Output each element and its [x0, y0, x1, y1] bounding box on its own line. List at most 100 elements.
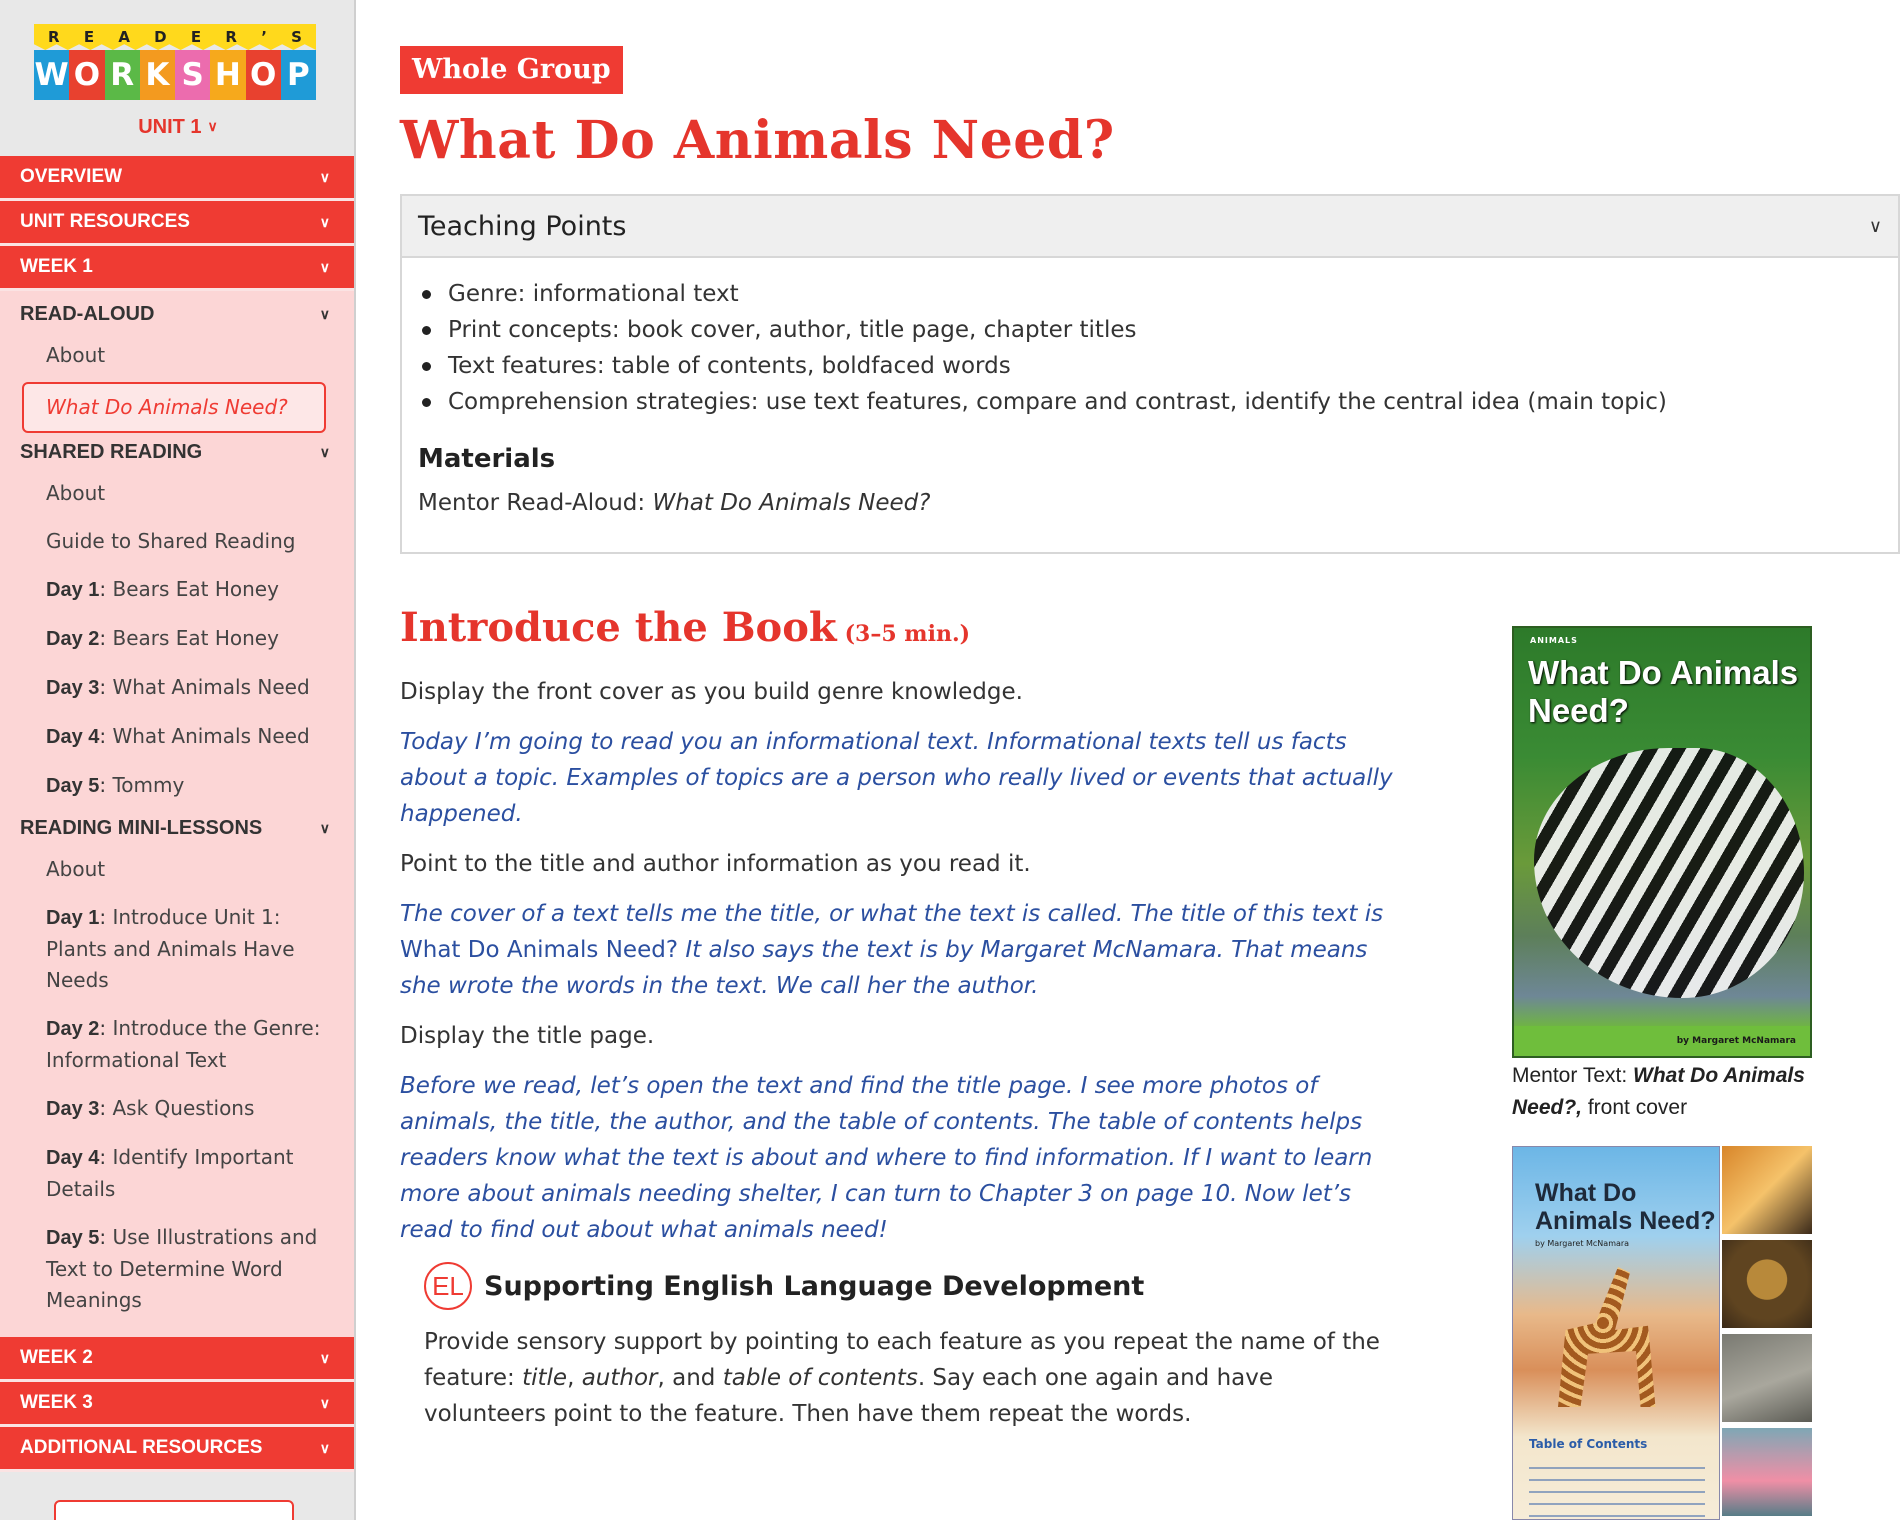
- nav-item-label: Tommy: [112, 773, 185, 797]
- logo-letter: P: [280, 50, 316, 100]
- nav-item-label: Ask Questions: [112, 1096, 255, 1120]
- separator: :: [99, 1096, 113, 1120]
- separator: :: [99, 675, 113, 699]
- teaching-point-item: Comprehension strategies: use text featu…: [418, 384, 1882, 420]
- nav-item-day: Day 2: [46, 1018, 100, 1040]
- nav-band-label: ADDITIONAL RESOURCES: [20, 1437, 263, 1458]
- section-read-aloud[interactable]: READ-ALOUD ∨: [0, 297, 354, 332]
- nav-item[interactable]: About: [0, 846, 354, 894]
- nav-band-label: OVERVIEW: [20, 166, 123, 187]
- title-page-image[interactable]: What Do Animals Need? by Margaret McNama…: [1512, 1146, 1812, 1520]
- toc-line: [1529, 1491, 1705, 1493]
- section-title-introduce-the-book: Introduce the Book (3–5 min.): [400, 604, 970, 651]
- nav-band-week-1[interactable]: WEEK 1 ∨: [0, 246, 354, 291]
- logo-letter: A: [118, 28, 130, 46]
- nav-band-label: UNIT RESOURCES: [20, 211, 190, 232]
- nav-item-label: About: [46, 857, 106, 881]
- nav-item-day: Day 3: [46, 677, 100, 699]
- el-text: ,: [567, 1365, 582, 1391]
- nav-item-day: Day 5: [46, 775, 100, 797]
- unit-selector[interactable]: UNIT 1 ∨: [0, 116, 354, 139]
- section-heading: SHARED READING: [20, 441, 203, 463]
- teaching-point-item: Text features: table of contents, boldfa…: [418, 348, 1882, 384]
- logo-letter: R: [48, 28, 60, 46]
- nav-item-label: What Animals Need: [112, 675, 310, 699]
- elephant-photo: [1722, 1334, 1812, 1422]
- title-page-left: What Do Animals Need? by Margaret McNama…: [1512, 1146, 1720, 1520]
- title-page-thumbnails: [1722, 1146, 1812, 1520]
- nav-item[interactable]: Day 1: Bears Eat Honey: [0, 566, 354, 615]
- teacher-direction: Display the front cover as you build gen…: [400, 679, 1023, 705]
- whole-group-badge: Whole Group: [400, 46, 623, 94]
- nav-item[interactable]: Day 4: What Animals Need: [0, 713, 354, 762]
- nav-band-unit-resources[interactable]: UNIT RESOURCES ∨: [0, 201, 354, 246]
- toc-heading: Table of Contents: [1529, 1437, 1648, 1451]
- materials-heading: Materials: [418, 444, 556, 474]
- nav-item-day: Day 4: [46, 1147, 100, 1169]
- logo-letter: E: [83, 28, 95, 46]
- separator: :: [99, 626, 113, 650]
- nav-item[interactable]: About: [0, 470, 354, 518]
- chevron-down-icon: ∨: [1868, 215, 1882, 237]
- el-support-heading: EL Supporting English Language Developme…: [400, 1262, 1400, 1310]
- cover-title: What Do Animals Need?: [1528, 654, 1799, 729]
- chevron-down-icon: ∨: [319, 1349, 330, 1366]
- teacher-direction: Point to the title and author informatio…: [400, 851, 1031, 877]
- separator: :: [99, 1016, 113, 1040]
- teaching-points-heading: Teaching Points: [418, 210, 627, 242]
- el-support-text: Provide sensory support by pointing to e…: [400, 1324, 1400, 1432]
- nav-band-label: WEEK 2: [20, 1347, 93, 1368]
- section-title-text: Introduce the Book: [400, 604, 837, 651]
- chevron-down-icon: ∨: [319, 444, 330, 460]
- nav-item[interactable]: Day 1: Introduce Unit 1: Plants and Anim…: [0, 894, 354, 1005]
- toc-line: [1529, 1515, 1705, 1517]
- cover-author: by Margaret McNamara: [1676, 1036, 1796, 1046]
- logo-letter: S: [291, 28, 302, 46]
- nav-item-label: What Animals Need: [112, 724, 310, 748]
- el-text: , and: [657, 1365, 723, 1391]
- nav-item[interactable]: Day 4: Identify Important Details: [0, 1134, 354, 1214]
- nav-item-active-what-do-animals-need[interactable]: What Do Animals Need?: [22, 382, 326, 433]
- script-book-title: What Do Animals Need?: [400, 937, 679, 963]
- chevron-down-icon: ∨: [319, 820, 330, 836]
- flamingo-photo: [1722, 1428, 1812, 1516]
- giraffe-photo: [1558, 1267, 1656, 1407]
- logo-letter: H: [210, 50, 246, 100]
- teaching-point-item: Print concepts: book cover, author, titl…: [418, 312, 1882, 348]
- nav-item[interactable]: Day 3: Ask Questions: [0, 1085, 354, 1134]
- section-shared-reading[interactable]: SHARED READING ∨: [0, 435, 354, 470]
- nav-item-label: Bears Eat Honey: [112, 577, 279, 601]
- main-content: Whole Group What Do Animals Need? Teachi…: [356, 0, 1900, 1520]
- chevron-down-icon: ∨: [319, 306, 330, 322]
- nav-item[interactable]: Day 2: Introduce the Genre: Informationa…: [0, 1005, 354, 1085]
- chevron-down-icon: ∨: [319, 213, 330, 230]
- nav-item[interactable]: Day 3: What Animals Need: [0, 664, 354, 713]
- tiger-photo: [1722, 1146, 1812, 1234]
- nav-item[interactable]: Day 5: Use Illustrations and Text to Det…: [0, 1214, 354, 1325]
- lesson-body: Display the front cover as you build gen…: [400, 674, 1400, 1432]
- printable-button[interactable]: [54, 1500, 294, 1520]
- logo-letter: E: [190, 28, 202, 46]
- nav-item-day: Day 4: [46, 726, 100, 748]
- nav-band-overview[interactable]: OVERVIEW ∨: [0, 156, 354, 201]
- nav-item[interactable]: Day 2: Bears Eat Honey: [0, 615, 354, 664]
- zebra-photo: [1534, 748, 1804, 998]
- teaching-points-toggle[interactable]: Teaching Points ∨: [402, 196, 1898, 258]
- readers-workshop-logo[interactable]: R E A D E R’ S WORKSHOP: [34, 24, 316, 100]
- toc-line: [1529, 1467, 1705, 1469]
- book-cover-image[interactable]: ANIMALS What Do Animals Need? by Margare…: [1512, 626, 1812, 1058]
- teacher-direction: Display the title page.: [400, 1023, 655, 1049]
- cover-caption: Mentor Text: What Do Animals Need?, fron…: [1512, 1060, 1832, 1124]
- separator: :: [99, 905, 113, 929]
- section-reading-mini-lessons[interactable]: READING MINI-LESSONS ∨: [0, 811, 354, 846]
- nav-item[interactable]: Day 5: Tommy: [0, 762, 354, 811]
- logo-letter: ’: [261, 28, 267, 46]
- logo-area: R E A D E R’ S WORKSHOP UNIT 1 ∨: [0, 0, 354, 156]
- nav-item-label: About: [46, 481, 106, 505]
- nav-band-week-2[interactable]: WEEK 2 ∨: [0, 1337, 354, 1382]
- nav-band-week-3[interactable]: WEEK 3 ∨: [0, 1382, 354, 1427]
- nav-item[interactable]: Guide to Shared Reading: [0, 518, 354, 566]
- nav-item-read-aloud-about[interactable]: About: [0, 332, 354, 380]
- separator: :: [99, 1225, 113, 1249]
- nav-band-additional-resources[interactable]: ADDITIONAL RESOURCES ∨: [0, 1427, 354, 1472]
